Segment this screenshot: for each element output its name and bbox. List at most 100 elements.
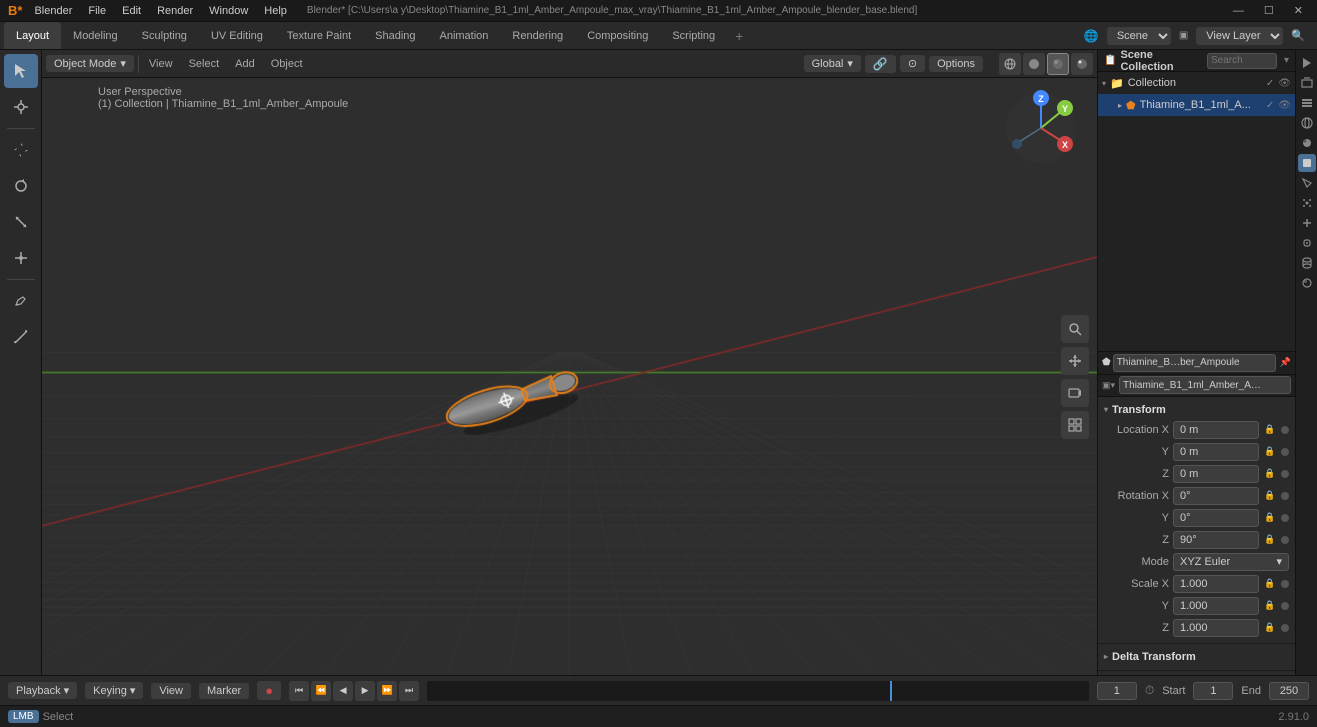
start-frame-input[interactable]	[1193, 682, 1233, 700]
menu-window[interactable]: Window	[205, 5, 252, 17]
world-props-icon[interactable]	[1298, 134, 1316, 152]
thiamine-eye-icon[interactable]: 👁	[1278, 100, 1291, 111]
add-workspace-button[interactable]: +	[727, 22, 751, 49]
viewport-canvas[interactable]	[42, 78, 1097, 675]
rotation-z-lock[interactable]: 🔒	[1263, 533, 1277, 547]
transform-tool-button[interactable]	[4, 241, 38, 275]
vp-menu-select[interactable]: Select	[183, 56, 226, 72]
transform-header[interactable]: ▾ Transform	[1104, 401, 1289, 419]
vp-menu-object[interactable]: Object	[265, 56, 309, 72]
outliner-filter-button[interactable]: ▾	[1284, 55, 1289, 66]
modifier-props-icon[interactable]	[1298, 174, 1316, 192]
select-tool-button[interactable]	[4, 54, 38, 88]
thiamine-visibility-icon[interactable]: ✓	[1266, 100, 1274, 111]
tab-uv-editing[interactable]: UV Editing	[199, 22, 275, 49]
render-props-icon[interactable]	[1298, 54, 1316, 72]
tab-compositing[interactable]: Compositing	[575, 22, 660, 49]
rotation-y-lock[interactable]: 🔒	[1263, 511, 1277, 525]
vp-menu-add[interactable]: Add	[229, 56, 261, 72]
menu-render[interactable]: Render	[153, 5, 197, 17]
tab-shading[interactable]: Shading	[363, 22, 427, 49]
menu-blender[interactable]: Blender	[30, 5, 76, 17]
play-reverse-button[interactable]: ◀	[333, 681, 353, 701]
object-mode-button[interactable]: Object Mode ▾	[46, 55, 134, 72]
current-frame-input[interactable]	[1097, 682, 1137, 700]
jump-end-button[interactable]: ⏭	[399, 681, 419, 701]
material-props-icon[interactable]	[1298, 274, 1316, 292]
3d-viewport[interactable]: User Perspective (1) Collection | Thiami…	[42, 78, 1097, 675]
object-props-icon[interactable]	[1298, 154, 1316, 172]
rotation-z-field[interactable]: 90°	[1173, 531, 1259, 549]
move-tool-button[interactable]	[4, 133, 38, 167]
menu-file[interactable]: File	[84, 5, 110, 17]
outliner-search-input[interactable]	[1207, 53, 1277, 69]
location-z-field[interactable]: 0 m	[1173, 465, 1259, 483]
scale-y-lock[interactable]: 🔒	[1263, 599, 1277, 613]
menu-edit[interactable]: Edit	[118, 5, 145, 17]
location-y-field[interactable]: 0 m	[1173, 443, 1259, 461]
data-name-input[interactable]	[1119, 376, 1291, 394]
close-button[interactable]: ✕	[1288, 4, 1309, 17]
vp-menu-view[interactable]: View	[143, 56, 179, 72]
rotation-x-field[interactable]: 0°	[1173, 487, 1259, 505]
keying-menu-button[interactable]: Keying ▾	[85, 682, 143, 699]
outliner-item-collection[interactable]: ▾ 📁 Collection ✓ 👁	[1098, 72, 1295, 94]
rotation-z-keyframe[interactable]	[1281, 536, 1289, 544]
annotate-tool-button[interactable]	[4, 284, 38, 318]
constraints-props-icon[interactable]	[1298, 234, 1316, 252]
delta-transform-header[interactable]: ▸ Delta Transform	[1104, 648, 1289, 666]
measure-tool-button[interactable]	[4, 320, 38, 354]
material-shading-button[interactable]	[1047, 53, 1069, 75]
global-transform-button[interactable]: Global ▾	[804, 55, 861, 72]
maximize-button[interactable]: ☐	[1258, 4, 1280, 17]
jump-prev-keyframe-button[interactable]: ⏪	[311, 681, 331, 701]
particles-props-icon[interactable]	[1298, 194, 1316, 212]
playback-menu-button[interactable]: Playback ▾	[8, 682, 77, 699]
pan-icon[interactable]	[1061, 347, 1089, 375]
scale-y-field[interactable]: 1.000	[1173, 597, 1259, 615]
tab-animation[interactable]: Animation	[428, 22, 501, 49]
minimize-button[interactable]: —	[1227, 5, 1250, 17]
menu-help[interactable]: Help	[260, 5, 291, 17]
tab-scripting[interactable]: Scripting	[660, 22, 727, 49]
camera-view-icon[interactable]	[1061, 379, 1089, 407]
rotation-y-keyframe[interactable]	[1281, 514, 1289, 522]
scene-props-icon[interactable]	[1298, 114, 1316, 132]
view-layer-selector[interactable]: View Layer	[1196, 27, 1283, 45]
snap-button[interactable]: 🔗	[865, 55, 896, 73]
scale-tool-button[interactable]	[4, 205, 38, 239]
rotation-x-keyframe[interactable]	[1281, 492, 1289, 500]
tab-texture-paint[interactable]: Texture Paint	[275, 22, 363, 49]
tab-layout[interactable]: Layout	[4, 22, 61, 49]
data-type-selector[interactable]: ▣▾	[1102, 380, 1115, 391]
scale-x-field[interactable]: 1.000	[1173, 575, 1259, 593]
scale-y-keyframe[interactable]	[1281, 602, 1289, 610]
location-x-keyframe[interactable]	[1281, 426, 1289, 434]
rotate-tool-button[interactable]	[4, 169, 38, 203]
object-name-input[interactable]	[1113, 354, 1276, 372]
scale-z-lock[interactable]: 🔒	[1263, 621, 1277, 635]
cursor-tool-button[interactable]	[4, 90, 38, 124]
solid-shading-button[interactable]	[1023, 53, 1045, 75]
physics-props-icon[interactable]	[1298, 214, 1316, 232]
location-x-field[interactable]: 0 m	[1173, 421, 1259, 439]
scene-selector[interactable]: Scene	[1107, 27, 1171, 45]
filter-icon[interactable]: 🔍	[1291, 29, 1305, 42]
view-layer-props-icon[interactable]	[1298, 94, 1316, 112]
view-menu-button[interactable]: View	[151, 683, 191, 699]
scale-z-field[interactable]: 1.000	[1173, 619, 1259, 637]
location-z-keyframe[interactable]	[1281, 470, 1289, 478]
object-pin-icon[interactable]: 📌	[1280, 357, 1291, 368]
zoom-icon[interactable]	[1061, 315, 1089, 343]
tab-modeling[interactable]: Modeling	[61, 22, 130, 49]
location-y-keyframe[interactable]	[1281, 448, 1289, 456]
tab-rendering[interactable]: Rendering	[500, 22, 575, 49]
outliner-item-thiamine[interactable]: ▸ ⬟ Thiamine_B1_1ml_A... ✓ 👁	[1098, 94, 1295, 116]
rotation-y-field[interactable]: 0°	[1173, 509, 1259, 527]
record-button[interactable]: ●	[257, 681, 281, 700]
scale-x-keyframe[interactable]	[1281, 580, 1289, 588]
collection-eye-icon[interactable]: 👁	[1278, 78, 1291, 89]
options-button[interactable]: Options	[929, 56, 983, 72]
location-z-lock[interactable]: 🔒	[1263, 467, 1277, 481]
play-button[interactable]: ▶	[355, 681, 375, 701]
